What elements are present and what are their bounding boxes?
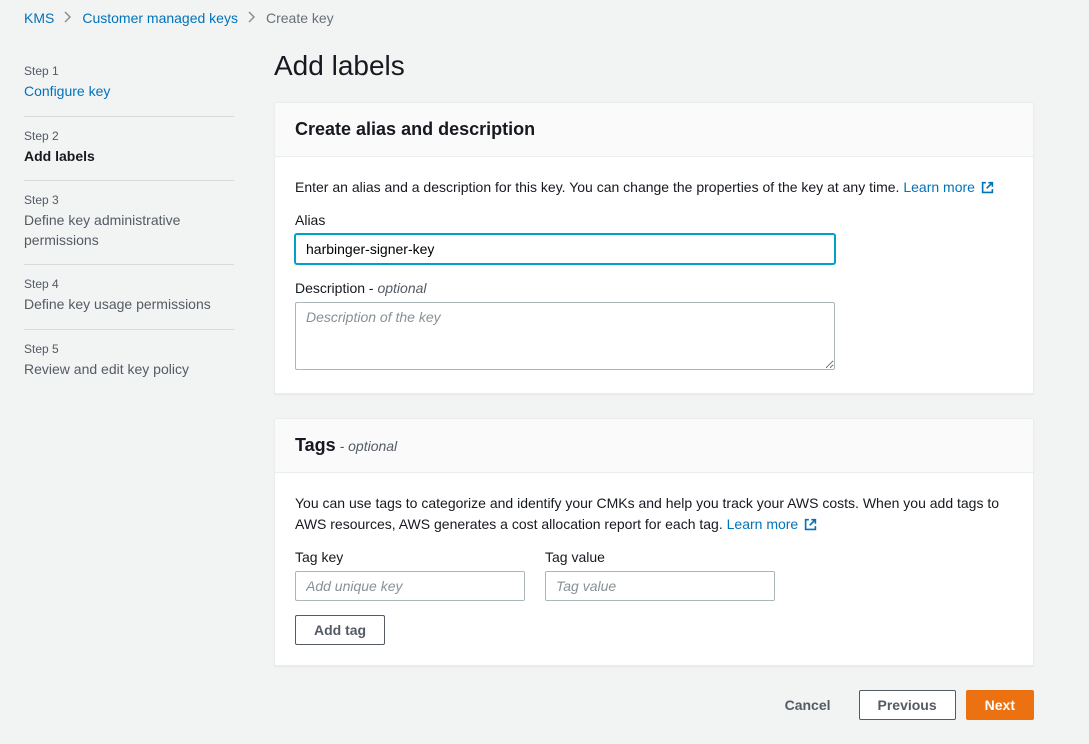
tag-row: Tag key Tag value <box>295 549 1013 601</box>
alias-panel-header: Create alias and description <box>275 103 1033 157</box>
tags-panel-title: Tags - optional <box>295 435 1013 456</box>
alias-hint: Enter an alias and a description for thi… <box>295 177 1013 200</box>
breadcrumb-customer-managed-keys[interactable]: Customer managed keys <box>82 10 238 26</box>
alias-panel-title: Create alias and description <box>295 119 1013 140</box>
wizard-footer: Cancel Previous Next <box>274 690 1034 720</box>
step-3: Step 3 Define key administrative permiss… <box>24 181 234 265</box>
step-5: Step 5 Review and edit key policy <box>24 330 234 394</box>
cancel-button[interactable]: Cancel <box>767 690 849 720</box>
step-title: Define key administrative permissions <box>24 211 234 250</box>
breadcrumb-kms[interactable]: KMS <box>24 10 54 26</box>
page-title: Add labels <box>274 50 1034 82</box>
wizard-steps: Step 1 Configure key Step 2 Add labels S… <box>24 36 234 720</box>
alias-learn-more-link[interactable]: Learn more <box>903 179 993 195</box>
step-1[interactable]: Step 1 Configure key <box>24 52 234 117</box>
step-title: Configure key <box>24 82 234 102</box>
tag-value-label: Tag value <box>545 549 775 565</box>
description-textarea[interactable] <box>295 302 835 370</box>
step-2: Step 2 Add labels <box>24 117 234 182</box>
tag-key-label: Tag key <box>295 549 525 565</box>
external-link-icon <box>804 516 817 537</box>
alias-panel: Create alias and description Enter an al… <box>274 102 1034 394</box>
alias-input[interactable] <box>295 234 835 264</box>
step-label: Step 5 <box>24 342 234 356</box>
next-button[interactable]: Next <box>966 690 1034 720</box>
chevron-right-icon <box>64 10 72 26</box>
alias-label: Alias <box>295 212 1013 228</box>
step-label: Step 4 <box>24 277 234 291</box>
previous-button[interactable]: Previous <box>859 690 956 720</box>
tag-value-input[interactable] <box>545 571 775 601</box>
tags-panel: Tags - optional You can use tags to cate… <box>274 418 1034 666</box>
external-link-icon <box>981 179 994 200</box>
step-title: Review and edit key policy <box>24 360 234 380</box>
breadcrumb-current: Create key <box>266 10 334 26</box>
step-label: Step 1 <box>24 64 234 78</box>
tag-key-input[interactable] <box>295 571 525 601</box>
tags-hint: You can use tags to categorize and ident… <box>295 493 1013 537</box>
breadcrumb: KMS Customer managed keys Create key <box>0 0 1089 36</box>
description-label: Description - optional <box>295 280 1013 296</box>
step-title: Add labels <box>24 147 234 167</box>
add-tag-button[interactable]: Add tag <box>295 615 385 645</box>
step-label: Step 3 <box>24 193 234 207</box>
step-label: Step 2 <box>24 129 234 143</box>
step-title: Define key usage permissions <box>24 295 234 315</box>
tags-panel-header: Tags - optional <box>275 419 1033 473</box>
tags-learn-more-link[interactable]: Learn more <box>727 516 817 532</box>
step-4: Step 4 Define key usage permissions <box>24 265 234 330</box>
chevron-right-icon <box>248 10 256 26</box>
